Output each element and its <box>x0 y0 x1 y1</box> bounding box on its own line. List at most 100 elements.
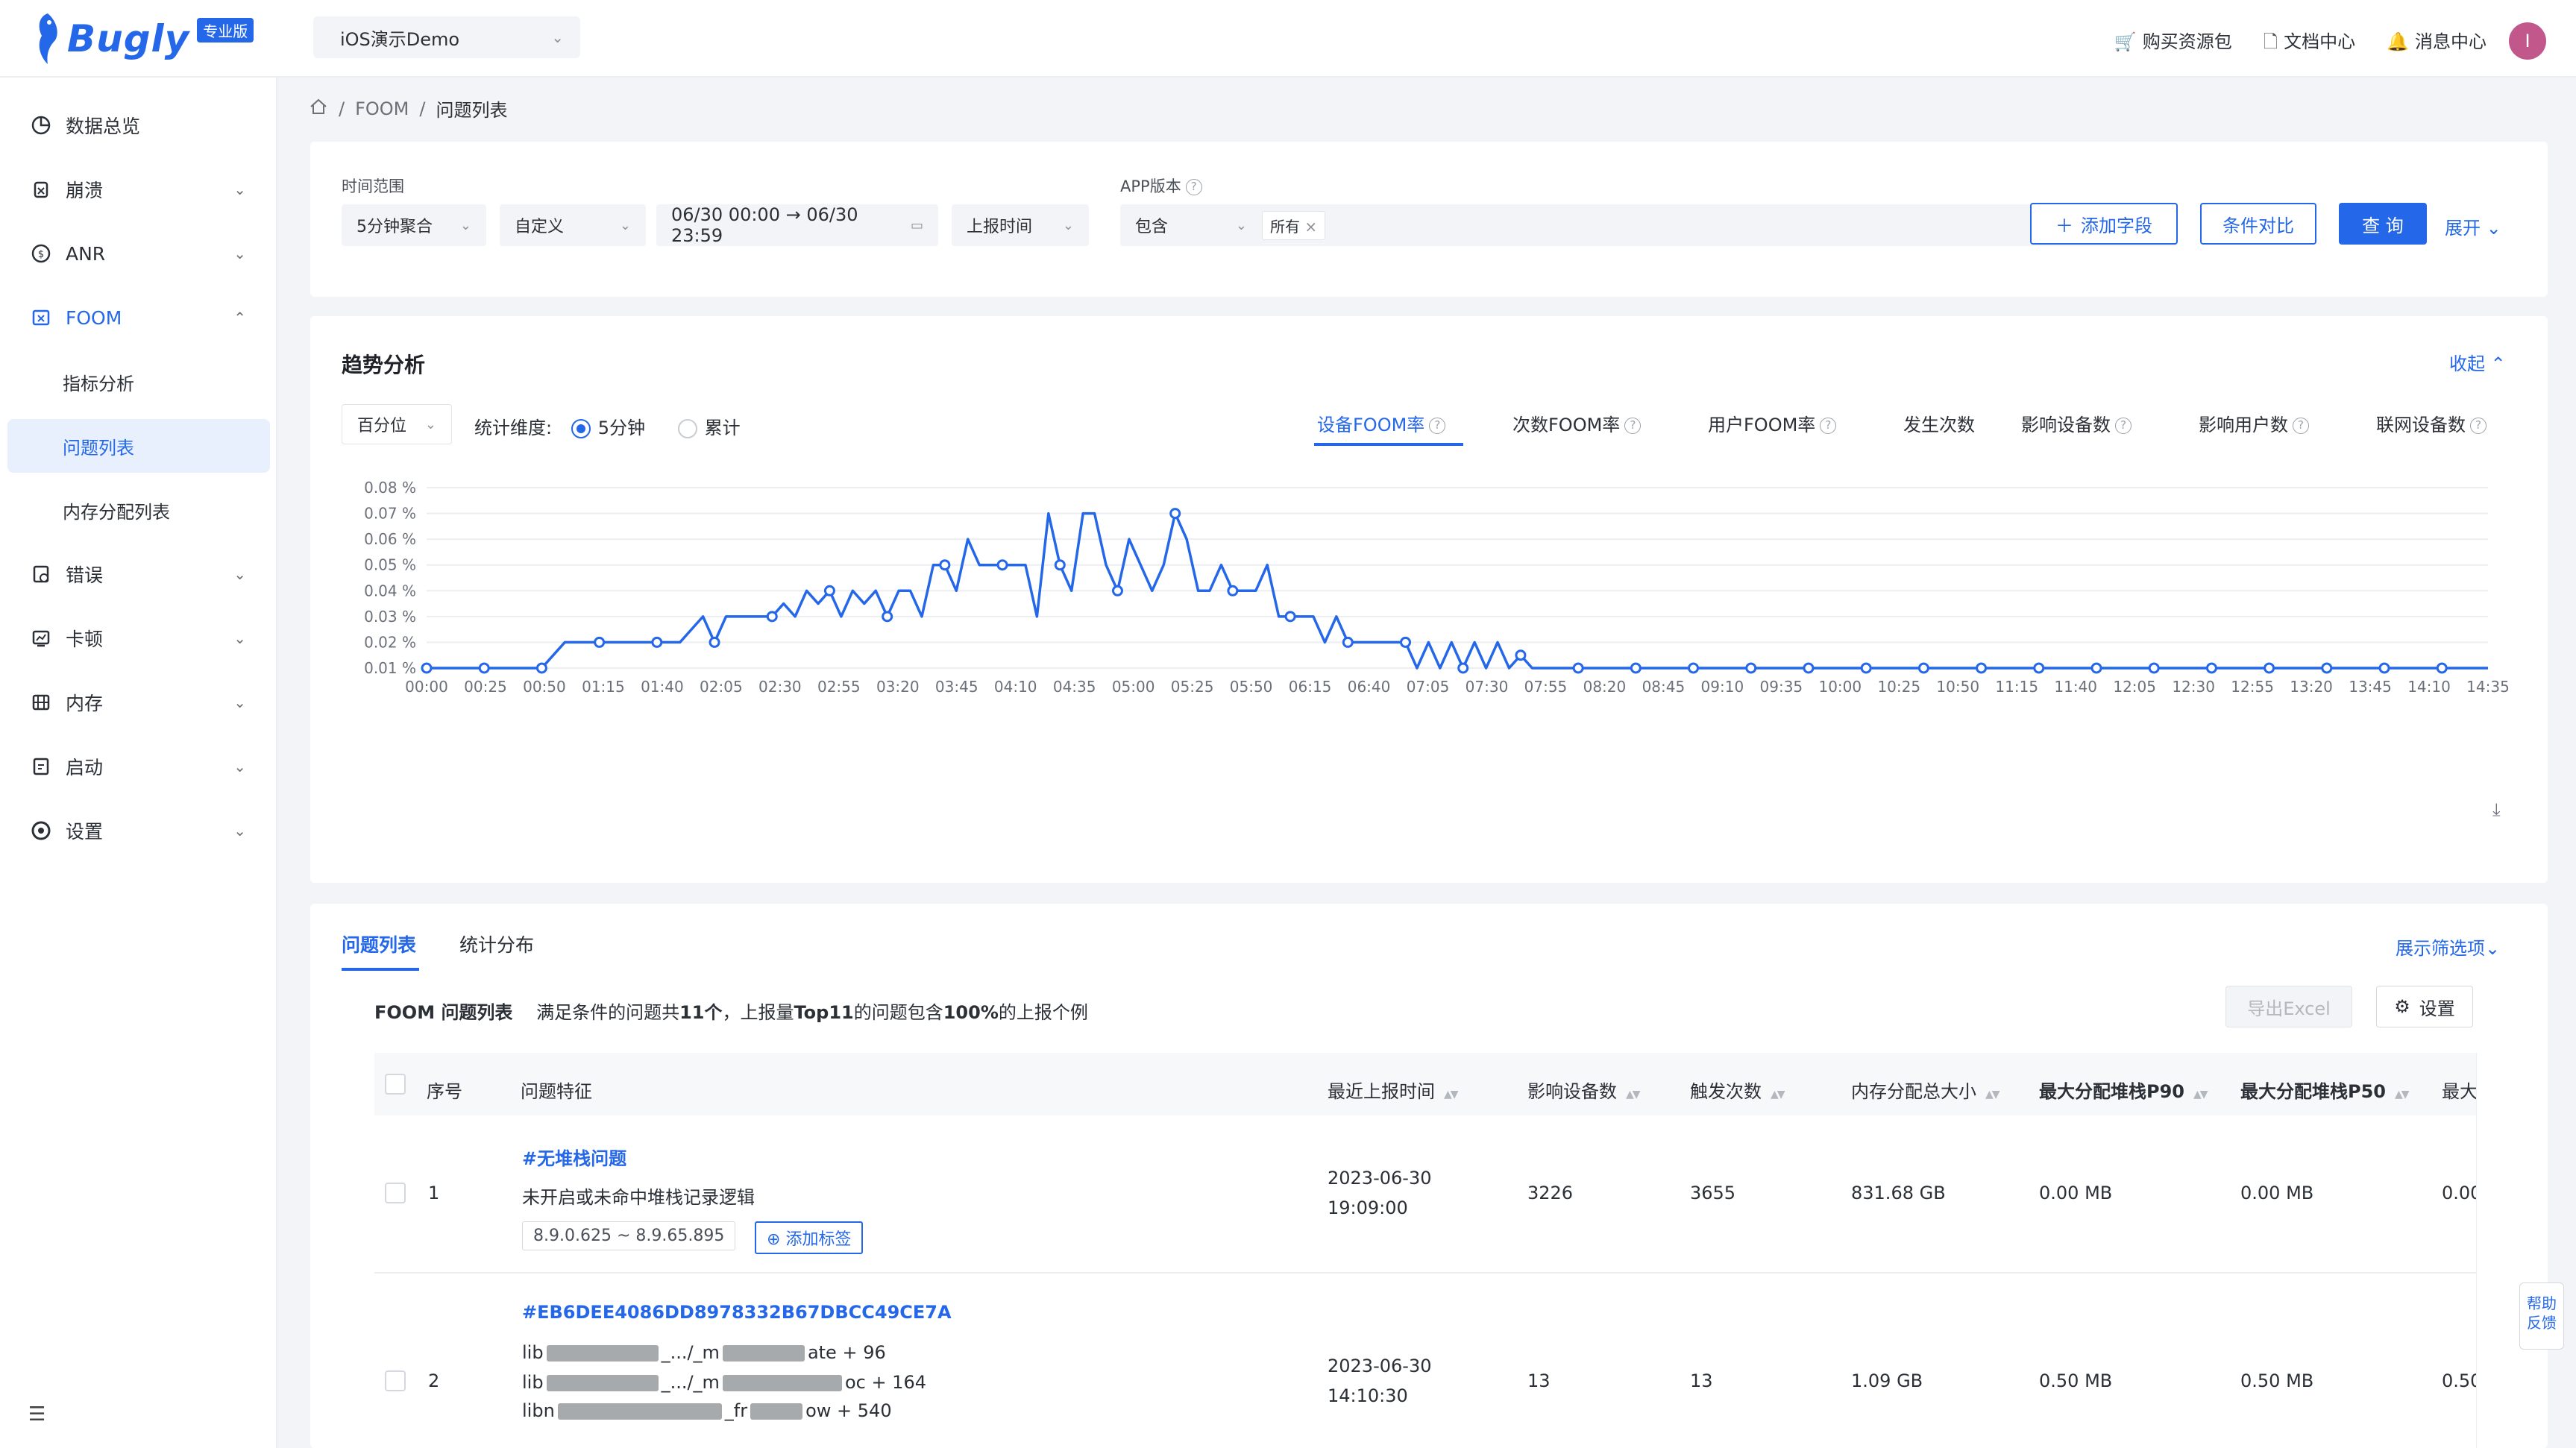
app-selector[interactable]: iOS演示Demo ⌄ <box>313 16 580 58</box>
x-tick-label: 10:00 <box>1818 678 1862 696</box>
row-checkbox[interactable] <box>385 1183 406 1203</box>
expand-link[interactable]: 展开 ⌄ <box>2445 213 2501 239</box>
help-icon[interactable]: ? <box>1185 179 1202 195</box>
data-point <box>2436 662 2448 674</box>
redacted-block <box>722 1375 842 1391</box>
tab-issue-list[interactable]: 问题列表 <box>342 931 416 957</box>
stat-select[interactable]: 百分位 ⌄ <box>342 404 452 444</box>
time-mode-select[interactable]: 自定义 ⌄ <box>500 204 646 246</box>
col-max-stack-p90[interactable]: 最大分配堆栈P90 ▲▼ <box>2039 1077 2208 1103</box>
col-total-alloc[interactable]: 内存分配总大小 ▲▼ <box>1851 1077 1999 1103</box>
x-tick-label: 03:20 <box>876 678 920 696</box>
date-range-picker[interactable]: 06/30 00:00 → 06/30 23:59 ▭ <box>656 204 938 246</box>
sidebar-sub-issue-list[interactable]: 问题列表 <box>7 419 270 473</box>
tab-device-foom-rate[interactable]: 设备FOOM率? <box>1317 410 1446 436</box>
help-icon: ? <box>1624 418 1642 434</box>
download-icon[interactable]: ⤓ <box>2492 799 2501 820</box>
show-filters-link[interactable]: 展示筛选项⌄ <box>2396 934 2500 960</box>
bugly-logo[interactable]: Bugly 专业版 <box>33 9 254 69</box>
help-feedback-button[interactable]: 帮助反馈 <box>2519 1282 2564 1350</box>
sidebar-item-foom[interactable]: FOOM ⌃ <box>7 291 270 344</box>
x-tick-label: 07:05 <box>1407 678 1450 696</box>
tab-occurrence-count[interactable]: 发生次数 <box>1903 410 1975 436</box>
messages-link[interactable]: 🔔 消息中心 <box>2387 27 2487 60</box>
issue-title-link[interactable]: #EB6DEE4086DD8978332B67DBCC49CE7A <box>522 1302 952 1323</box>
help-icon: ? <box>2293 418 2309 434</box>
data-point <box>1917 662 1929 674</box>
chevron-down-icon: ⌄ <box>551 28 564 46</box>
col-max-stack-p50[interactable]: 最大分配堆栈P50 ▲▼ <box>2240 1077 2409 1103</box>
data-point <box>1630 662 1642 674</box>
sidebar: 数据总览 崩溃 ⌄ $ ANR ⌄ FOOM ⌃ 指标分析 问题列表 内存分配列… <box>0 78 277 1448</box>
y-tick-label: 0.08 % <box>364 479 416 497</box>
version-tag[interactable]: 所有 × <box>1262 210 1326 240</box>
sidebar-item-overview[interactable]: 数据总览 <box>7 98 270 152</box>
tab-affected-users[interactable]: 影响用户数? <box>2199 410 2309 436</box>
aggregation-select[interactable]: 5分钟聚合 ⌄ <box>342 204 486 246</box>
docs-link[interactable]: 🗋 文档中心 <box>2264 27 2355 60</box>
sidebar-item-crash[interactable]: 崩溃 ⌄ <box>7 163 270 216</box>
app-version-filter[interactable]: 包含 ⌄ 所有 × <box>1120 204 2178 246</box>
col-last-report-time[interactable]: 最近上报时间 ▲▼ <box>1328 1077 1458 1103</box>
settings-button[interactable]: ⚙ 设置 <box>2376 986 2473 1027</box>
breadcrumb-foom[interactable]: FOOM <box>355 98 409 119</box>
col-trigger-count[interactable]: 触发次数 ▲▼ <box>1690 1077 1785 1103</box>
collapse-link[interactable]: 收起 ⌃ <box>2449 349 2506 375</box>
help-icon: ? <box>2115 418 2132 434</box>
tab-affected-devices[interactable]: 影响设备数? <box>2021 410 2132 436</box>
col-index: 序号 <box>427 1081 462 1102</box>
y-tick-label: 0.05 % <box>364 556 416 574</box>
tab-count-foom-rate[interactable]: 次数FOOM率? <box>1512 410 1642 436</box>
col-affected-devices[interactable]: 影响设备数 ▲▼ <box>1527 1077 1640 1103</box>
sidebar-item-error[interactable]: 错误 ⌄ <box>7 547 270 601</box>
sort-icon: ▲▼ <box>2193 1089 2208 1101</box>
row-checkbox[interactable] <box>385 1370 406 1391</box>
settings-icon <box>30 819 52 842</box>
sidebar-sub-memory-alloc-list[interactable]: 内存分配列表 <box>7 483 270 537</box>
radio-cumulative[interactable]: 累计 <box>677 418 741 438</box>
add-tag-button[interactable]: ⊕ 添加标签 <box>755 1221 864 1254</box>
last-report-date: 2023-06-30 <box>1328 1356 1432 1376</box>
x-tick-label: 07:55 <box>1524 678 1568 696</box>
sidebar-item-settings[interactable]: 设置 ⌄ <box>7 804 270 857</box>
add-field-button[interactable]: ＋添加字段 <box>2030 203 2178 245</box>
radio-5min[interactable]: 5分钟 <box>571 418 645 438</box>
chevron-down-icon: ⌄ <box>233 245 246 262</box>
version-op-select[interactable]: 包含 ⌄ <box>1120 213 1262 237</box>
issue-title-link[interactable]: #无堆栈问题 <box>522 1144 626 1170</box>
total-alloc: 831.68 GB <box>1851 1183 1946 1203</box>
table-scrollbar[interactable] <box>2476 1053 2489 1448</box>
export-excel-button[interactable]: 导出Excel <box>2225 986 2352 1027</box>
help-icon: ? <box>1820 418 1837 434</box>
top-bar: Bugly 专业版 iOS演示Demo ⌄ 🛒 购买资源包 🗋 文档中心 🔔 消息中心… <box>0 0 2576 78</box>
sidebar-item-memory[interactable]: 内存 ⌄ <box>7 676 270 729</box>
max-stack-p50: 0.00 MB <box>2240 1183 2314 1203</box>
data-point <box>823 585 835 596</box>
select-all-checkbox[interactable] <box>385 1074 406 1095</box>
sidebar-item-launch[interactable]: 启动 ⌄ <box>7 740 270 793</box>
query-button[interactable]: 查 询 <box>2339 203 2427 245</box>
sidebar-item-lag[interactable]: 卡顿 ⌄ <box>7 611 270 665</box>
close-icon[interactable]: × <box>1304 218 1317 236</box>
chevron-down-icon: ⌄ <box>459 217 471 233</box>
chevron-down-icon: ⌄ <box>233 693 246 711</box>
tab-user-foom-rate[interactable]: 用户FOOM率? <box>1708 410 1837 436</box>
last-report-time: 19:09:00 <box>1328 1197 1408 1218</box>
time-range-label: 时间范围 <box>342 177 404 195</box>
chevron-up-icon: ⌃ <box>233 309 246 327</box>
collapse-sidebar-icon[interactable]: ☰ <box>28 1403 45 1426</box>
avatar[interactable]: I <box>2509 22 2546 60</box>
sidebar-item-anr[interactable]: $ ANR ⌄ <box>7 227 270 280</box>
time-type-select[interactable]: 上报时间 ⌄ <box>952 204 1089 246</box>
foom-icon <box>30 306 52 329</box>
breadcrumb-current: 问题列表 <box>436 100 508 121</box>
buy-resource-link[interactable]: 🛒 购买资源包 <box>2114 27 2232 60</box>
compare-button[interactable]: 条件对比 <box>2200 203 2316 245</box>
tab-stat-distribution[interactable]: 统计分布 <box>459 931 534 957</box>
home-icon[interactable] <box>309 98 328 120</box>
bird-logo-icon <box>39 13 57 64</box>
sidebar-sub-metric-analysis[interactable]: 指标分析 <box>7 355 270 409</box>
tab-online-devices[interactable]: 联网设备数? <box>2376 410 2487 436</box>
document-icon: 🗋 <box>2263 31 2278 52</box>
x-tick-label: 07:30 <box>1466 678 1509 696</box>
